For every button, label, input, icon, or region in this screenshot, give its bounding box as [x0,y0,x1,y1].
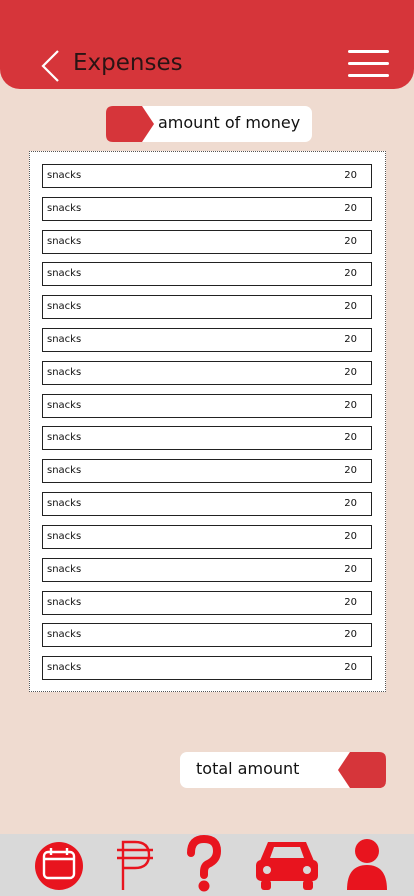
hamburger-line [348,74,389,77]
expense-amount: 20 [344,301,357,312]
expense-amount: 20 [344,564,357,575]
expense-name: snacks [47,662,82,673]
expense-name: snacks [47,236,82,247]
expense-amount: 20 [344,334,357,345]
bottom-navigation [0,834,414,896]
expense-row[interactable]: snacks 20 [42,492,372,516]
expense-row[interactable]: snacks 20 [42,558,372,582]
expense-name: snacks [47,564,82,575]
expense-row[interactable]: snacks 20 [42,623,372,647]
expense-name: snacks [47,268,82,279]
expense-amount: 20 [344,170,357,181]
expense-list: snacks 20 snacks 20 snacks 20 snacks 20 snacks 20… [29,151,386,692]
expense-row[interactable]: snacks 20 [42,394,372,418]
expense-amount: 20 [344,498,357,509]
calendar-icon [35,842,83,890]
amount-of-money-header: amount of money [106,106,312,142]
peso-icon [117,840,153,890]
expense-name: snacks [47,531,82,542]
expense-name: snacks [47,432,82,443]
expense-amount: 20 [344,531,357,542]
expense-row[interactable]: snacks 20 [42,426,372,450]
expense-amount: 20 [344,367,357,378]
chevron-left-icon [41,50,59,82]
expense-row[interactable]: snacks 20 [42,262,372,286]
expense-amount: 20 [344,597,357,608]
expense-row[interactable]: snacks 20 [42,591,372,615]
expense-amount: 20 [344,662,357,673]
tag-icon [338,752,386,788]
tag-icon [106,106,154,142]
expense-row[interactable]: snacks 20 [42,197,372,221]
expense-row[interactable]: snacks 20 [42,328,372,352]
total-amount-label: total amount [196,759,300,778]
back-button[interactable] [38,49,62,83]
expense-amount: 20 [344,236,357,247]
total-amount-field: total amount [180,752,386,788]
expense-row[interactable]: snacks 20 [42,295,372,319]
hamburger-line [348,62,389,65]
nav-budget[interactable] [113,834,155,896]
expense-row[interactable]: snacks 20 [42,164,372,188]
nav-profile[interactable] [346,834,388,896]
page-title: Expenses [73,50,183,76]
expense-row[interactable]: snacks 20 [42,361,372,385]
expense-name: snacks [47,301,82,312]
expense-amount: 20 [344,432,357,443]
expense-name: snacks [47,465,82,476]
nav-transport[interactable] [255,834,319,896]
expense-name: snacks [47,334,82,345]
hamburger-menu-icon [348,50,389,53]
expense-amount: 20 [344,465,357,476]
nav-help[interactable] [185,834,223,896]
expense-amount: 20 [344,203,357,214]
expense-amount: 20 [344,629,357,640]
expense-row[interactable]: snacks 20 [42,525,372,549]
expense-row[interactable]: snacks 20 [42,656,372,680]
menu-button[interactable] [348,48,390,80]
expense-name: snacks [47,597,82,608]
expense-name: snacks [47,498,82,509]
question-mark-icon [187,834,222,892]
expense-row[interactable]: snacks 20 [42,459,372,483]
expense-name: snacks [47,367,82,378]
expense-name: snacks [47,400,82,411]
app-header: Expenses [0,0,414,89]
amount-of-money-label: amount of money [158,113,301,132]
expense-row[interactable]: snacks 20 [42,230,372,254]
nav-calendar[interactable] [33,834,85,896]
expense-name: snacks [47,203,82,214]
expense-amount: 20 [344,268,357,279]
car-icon [256,842,318,890]
expense-name: snacks [47,170,82,181]
user-icon [347,839,387,890]
expense-amount: 20 [344,400,357,411]
expense-name: snacks [47,629,82,640]
